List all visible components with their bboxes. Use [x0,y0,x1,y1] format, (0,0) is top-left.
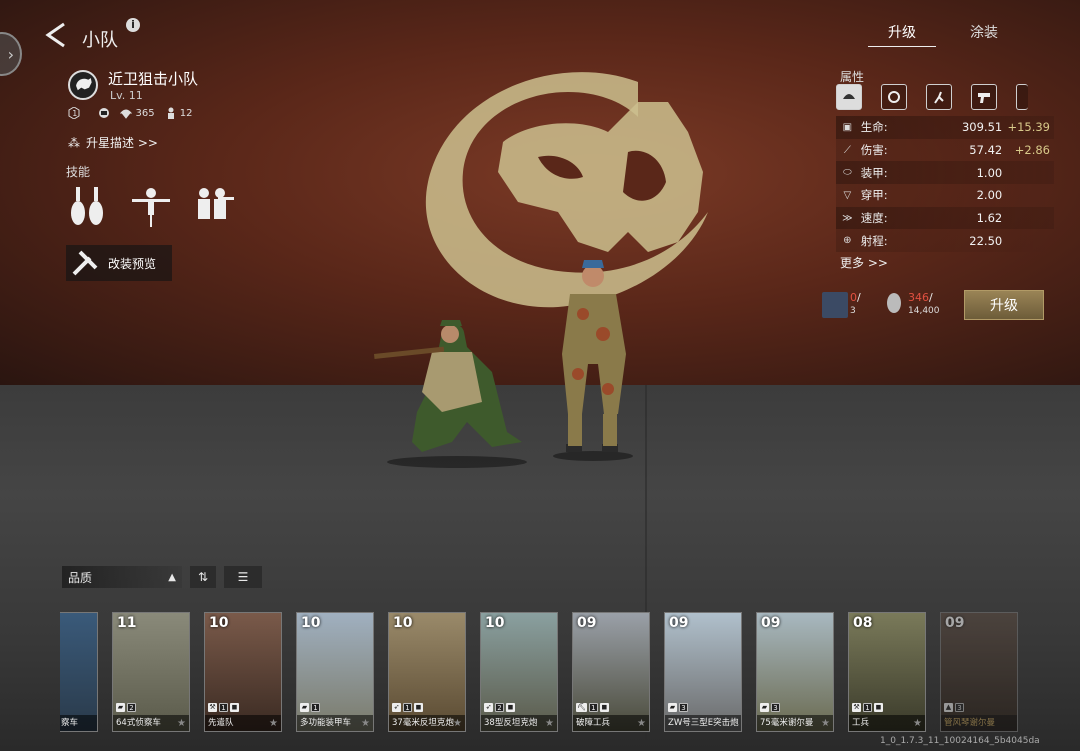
filter-sliders-icon[interactable]: ☰ [224,566,262,588]
squad-level: Lv. 11 [110,89,143,102]
unit-card[interactable]: 09 ▰ 3 75毫米谢尔曼 ★ [756,612,834,732]
kneeling-sniper-figure [373,320,527,468]
sort-order-toggle-icon[interactable]: ⇅ [190,566,216,588]
attr-row-range: ⊕ 射程: 22.50 [836,229,1054,253]
silver-coin-icon [887,293,901,313]
attribute-category-icons [836,84,1028,110]
wrench-hammer-icon [72,250,98,276]
build-version: 1_0_1.7.3_11_10024164_5b4045da [880,736,1040,746]
attr-row-penetration: ▽ 穿甲: 2.00 [836,184,1054,207]
health-icon: ▣ [842,121,853,133]
page-title: 小队 [82,30,118,51]
rank-badge: 1 [68,107,88,119]
bullet-icon[interactable] [1016,84,1028,110]
speed-icon: ≫ [842,212,853,224]
unit-card[interactable]: 10 ⚒ 1 ◼ 先遣队 ★ [204,612,282,732]
shield-type-icon: ◼ [230,703,239,712]
attr-row-damage: ⟋ 伤害: 57.42 +2.86 [836,138,1054,162]
info-icon[interactable]: i [126,18,140,32]
pick-type-icon: ⛏ [576,703,587,712]
tab-paint[interactable]: 涂装 [970,22,998,47]
unit-card[interactable]: 11 ▰ 2 64式侦察车 ★ [112,612,190,732]
filter-bar: 品质 ▲ ⇅ ☰ [62,566,262,588]
shield-type-icon: ◼ [506,703,515,712]
medal-item-icon [822,292,848,318]
gun-type-icon: ➶ [484,703,493,712]
bullets-stat: 365 [120,107,155,119]
unit-card[interactable]: 09 ▰ 3 ZW号三型E突击炮 ★ [664,612,742,732]
star-icon: ★ [913,718,922,729]
helmet-icon[interactable] [836,84,862,110]
view-tabs: 升级 涂装 [868,22,998,47]
more-attributes-link[interactable]: 更多 >> [840,254,888,271]
skills-label: 技能 [66,165,91,179]
unit-card[interactable]: 10 ➶ 1 ◼ 37毫米反坦克炮 ★ [388,612,466,732]
parachute-icon [120,109,133,119]
tank-type-icon: ▰ [668,703,677,712]
star-icon: ★ [729,718,738,729]
sort-dropdown[interactable]: 品质 ▲ [62,566,182,588]
artillery-type-icon: ▲ [944,703,953,712]
tab-upgrade[interactable]: 升级 [868,22,936,47]
unit-card[interactable]: 察车 [60,612,98,732]
star-icon: ★ [361,718,370,729]
unit-card[interactable]: 10 ➶ 2 ◼ 38型反坦克炮 ★ [480,612,558,732]
pistol-icon[interactable] [971,84,997,110]
range-icon: ⊕ [843,235,852,247]
unit-card[interactable]: 08 ⚒ 1 ◼ 工兵 ★ [848,612,926,732]
penetration-icon: ▽ [843,189,852,201]
star-icon: ★ [637,718,646,729]
star-description-link[interactable]: ⁂ 升星描述 >> [68,134,158,151]
attr-row-health: ▣ 生命: 309.51 +15.39 [836,116,1054,139]
armor-icon: ⬭ [843,167,852,179]
wrench-type-icon: ⚒ [852,703,861,712]
men-stat: 12 [165,107,192,119]
shield-type-icon: ◼ [874,703,883,712]
star-icon: ★ [545,718,554,729]
attr-row-armor: ⬭ 装甲: 1.00 [836,161,1054,185]
target-gear-icon[interactable] [881,84,907,110]
wrench-type-icon: ⚒ [208,703,217,712]
upgrade-button[interactable]: 升级 [964,290,1044,320]
cost-item-medal: 0/ 3 [822,292,861,318]
mod-preview-button[interactable]: 改装预览 [66,245,172,281]
vehicle-type-icon: ▰ [300,703,309,712]
stars-icon: ⁂ [68,135,80,150]
squad-name: 近卫狙击小队 [108,70,199,88]
star-icon: ★ [269,718,278,729]
skill-grenade-icon[interactable] [66,183,112,229]
unit-card[interactable]: 10 ▰ 1 多功能装甲车 ★ [296,612,374,732]
unit-card[interactable]: 09 ⛏ 1 ◼ 破障工兵 ★ [572,612,650,732]
unit-card-list[interactable]: 察车 11 ▰ 2 64式侦察车 ★ 10 ⚒ 1 ◼ 先遣队 ★ 10 ▰ 1 多功能装甲… [60,612,1060,732]
star-icon: ★ [453,718,462,729]
star-icon: ★ [821,718,830,729]
squad-stats: 1 365 12 [68,107,192,119]
shield-type-icon: ◼ [414,703,423,712]
vehicle-type-icon: ▰ [116,703,125,712]
shield-type-icon: ◼ [599,703,609,712]
attr-row-speed: ≫ 速度: 1.62 [836,206,1054,230]
back-arrow-icon[interactable] [42,20,70,50]
star-icon: ★ [177,718,186,729]
triangle-up-icon: ▲ [168,571,176,583]
standing-spotter-figure [553,260,633,461]
damage-icon: ⟋ [843,144,851,156]
attributes-label: 属性 [840,70,865,84]
gun-type-icon: ➶ [392,703,401,712]
unit-card[interactable]: 09 ▲ 3 管风琴谢尔曼 [940,612,1018,732]
skill-soldiers-icon[interactable] [190,183,236,229]
soldier-count-icon [167,107,174,119]
runner-icon[interactable] [926,84,952,110]
skill-scarecrow-icon[interactable] [128,183,174,229]
tank-type-icon: ▰ [760,703,769,712]
shield-icon [99,108,110,118]
cost-item-silver: 346/ 14,400 [886,292,940,317]
attribute-table: ▣ 生命: 309.51 +15.39 ⟋ 伤害: 57.42 +2.86 ⬭ 装甲: 1.00… [836,116,1054,253]
squad-bear-icon [68,70,98,100]
